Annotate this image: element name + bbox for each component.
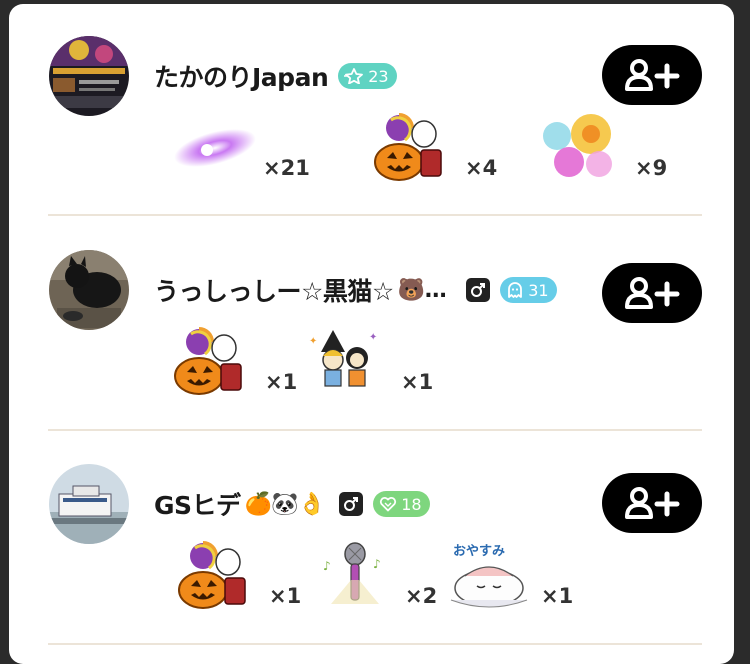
badge-value: 31 (528, 280, 549, 300)
gift-count: ×1 (269, 584, 302, 608)
gift-ranking-panel: たかのりJapan 23 ×21 ×4 ×9 うっしっしー☆黒猫☆ 🐻… 31 … (9, 4, 734, 664)
svg-text:♪: ♪ (323, 559, 331, 573)
gift-item: ✦ ✦ ×1 (305, 326, 433, 396)
gift-count: ×1 (401, 370, 434, 394)
add-user-icon (625, 277, 680, 309)
name-line: たかのりJapan 23 (154, 56, 397, 96)
level-badge: 18 (373, 491, 430, 517)
gift-item: ×9 (539, 112, 667, 182)
male-gender-icon (339, 492, 364, 516)
user-row: GSヒデ 🍊🐼👌 18 ×1 ♪ ♪ ×2 おやすみ ×1 (9, 432, 734, 646)
purple-comet-gift-icon (174, 129, 256, 167)
gift-item: ×1 (173, 540, 301, 610)
oyasumi-sheep-gift-icon: おやすみ (445, 540, 535, 610)
ghost-badge-icon (508, 282, 523, 298)
name-line: うっしっしー☆黒猫☆ 🐻… 31 (154, 270, 557, 310)
gift-count: ×1 (265, 370, 298, 394)
star-badge-icon (344, 68, 364, 84)
name-line: GSヒデ 🍊🐼👌 18 (154, 484, 430, 524)
avatar[interactable] (49, 36, 129, 116)
row-divider (48, 643, 702, 645)
follow-button[interactable] (602, 473, 702, 533)
level-badge: 31 (500, 277, 557, 303)
user-row: うっしっしー☆黒猫☆ 🐻… 31 ×1 ✦ ✦ ×1 (9, 218, 734, 432)
gift-count: ×4 (465, 156, 498, 180)
avatar[interactable] (49, 250, 129, 330)
witch-duo-gift-icon: ✦ ✦ (309, 330, 377, 387)
male-gender-icon (466, 278, 491, 302)
heart-badge-icon (380, 497, 397, 512)
name-suffix: 🍊🐼👌 (244, 491, 326, 517)
gift-count: ×2 (405, 584, 438, 608)
name-suffix: 🐻… (397, 277, 447, 303)
follow-button[interactable] (602, 45, 702, 105)
jack-o-lantern-gift-icon (178, 541, 246, 609)
gift-item: おやすみ ×1 (445, 540, 573, 610)
add-user-icon (625, 59, 680, 91)
gift-item: ×4 (369, 112, 497, 182)
avatar[interactable] (49, 464, 129, 544)
level-badge: 23 (338, 63, 397, 89)
gift-count: ×9 (635, 156, 668, 180)
gift-item: ×1 (169, 326, 297, 396)
jack-o-lantern-gift-icon (374, 113, 442, 181)
user-row: たかのりJapan 23 ×21 ×4 ×9 (9, 4, 734, 218)
microphone-gift-icon: ♪ ♪ (323, 542, 381, 604)
user-name[interactable]: GSヒデ (154, 486, 241, 522)
gift-item: ×21 (167, 112, 310, 182)
gift-item: ♪ ♪ ×2 (309, 540, 437, 610)
gift-count: ×1 (541, 584, 574, 608)
svg-text:♪: ♪ (373, 557, 381, 571)
badge-value: 18 (401, 494, 422, 514)
row-divider (48, 429, 702, 431)
svg-text:✦: ✦ (369, 332, 377, 343)
user-name[interactable]: うっしっしー☆黒猫☆ (154, 272, 394, 308)
badge-value: 23 (368, 66, 389, 86)
gift-count: ×21 (263, 156, 310, 180)
row-divider (48, 214, 702, 216)
add-user-icon (625, 487, 680, 519)
jack-o-lantern-gift-icon (174, 327, 242, 395)
svg-text:✦: ✦ (309, 336, 317, 347)
user-name[interactable]: たかのりJapan (154, 58, 329, 94)
fireworks-gift-icon (543, 114, 612, 177)
follow-button[interactable] (602, 263, 702, 323)
